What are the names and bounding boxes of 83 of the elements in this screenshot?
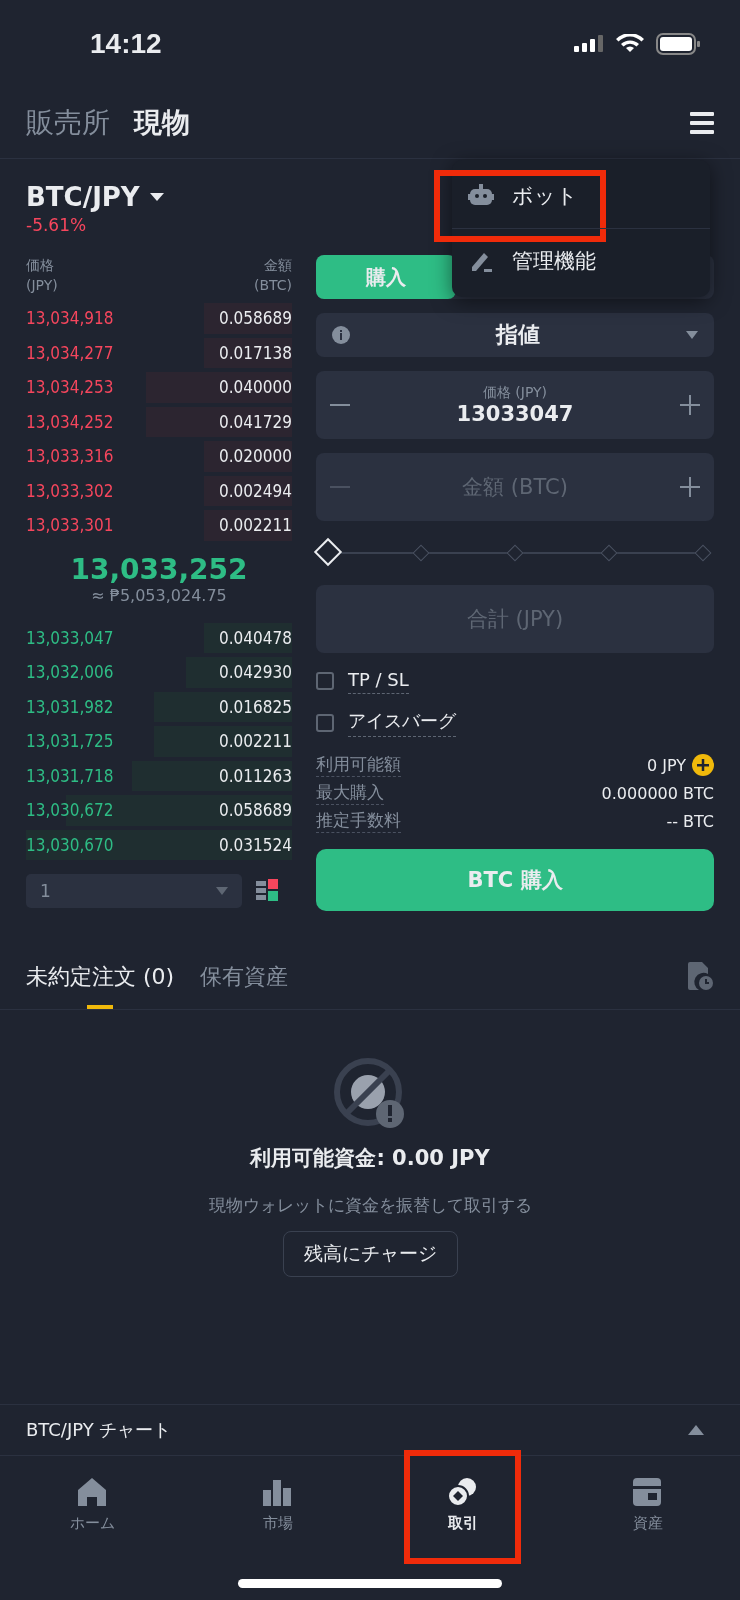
- order-book-layout-icon[interactable]: [256, 879, 278, 903]
- nav-item[interactable]: 市場: [185, 1456, 370, 1566]
- nav-item[interactable]: 取引: [370, 1456, 555, 1566]
- option-label[interactable]: TP / SL: [348, 668, 409, 694]
- order-price[interactable]: 13,031,982: [26, 696, 114, 717]
- order-price[interactable]: 13,033,302: [26, 480, 114, 501]
- order-amount: 0.058689: [219, 800, 292, 821]
- charge-button[interactable]: 残高にチャージ: [282, 1231, 458, 1277]
- info-icon: [332, 326, 350, 344]
- order-price[interactable]: 13,031,718: [26, 765, 114, 786]
- info-value: 0 JPY: [646, 755, 686, 775]
- option-label[interactable]: アイスバーグ: [348, 709, 456, 737]
- menu-item[interactable]: ボット: [452, 164, 710, 228]
- order-amount: 0.040478: [219, 627, 292, 648]
- order-amount: 0.020000: [219, 446, 292, 467]
- order-amount: 0.040000: [219, 377, 292, 398]
- depth-select[interactable]: 1: [26, 874, 242, 908]
- plus-icon[interactable]: [680, 477, 700, 497]
- orders-tab[interactable]: 保有資産: [200, 945, 289, 1009]
- order-amount: 0.041729: [219, 411, 292, 432]
- menu-icon[interactable]: [690, 112, 714, 134]
- market-tab[interactable]: 販売所: [26, 104, 110, 142]
- column-header: 金額: [263, 256, 292, 275]
- order-amount: 0.002494: [219, 480, 292, 501]
- order-price[interactable]: 13,034,277: [26, 342, 114, 363]
- order-type-select[interactable]: 指値: [316, 313, 714, 357]
- nav-item[interactable]: ホーム: [0, 1456, 185, 1566]
- signal-icon: [574, 34, 604, 54]
- info-value: 0.000000 BTC: [601, 783, 714, 803]
- price-field[interactable]: 価格 (JPY) 13033047: [316, 371, 714, 439]
- order-price[interactable]: 13,032,006: [26, 662, 114, 683]
- order-amount: 0.042930: [219, 662, 292, 683]
- price-change: -5.61%: [26, 215, 88, 237]
- caret-icon[interactable]: [149, 192, 164, 202]
- order-price[interactable]: 13,030,670: [26, 834, 114, 855]
- assets-icon: [632, 1478, 663, 1508]
- trade-icon: [447, 1478, 478, 1508]
- empty-title: 利用可能資金: 0.00 JPY: [250, 1145, 490, 1172]
- order-amount: 0.002211: [219, 515, 292, 536]
- column-unit: (BTC): [253, 276, 292, 295]
- order-price[interactable]: 13,033,047: [26, 627, 114, 648]
- menu-item[interactable]: 管理機能: [452, 229, 710, 293]
- pair-symbol[interactable]: BTC/JPY: [26, 182, 140, 212]
- order-price[interactable]: 13,034,253: [26, 377, 114, 398]
- orders-tab[interactable]: 未約定注文 (0): [26, 945, 175, 1009]
- order-price[interactable]: 13,033,301: [26, 515, 114, 536]
- checkbox[interactable]: [316, 714, 334, 732]
- market-icon: [262, 1478, 293, 1508]
- plus-icon[interactable]: [680, 395, 700, 415]
- order-amount: 0.016825: [219, 696, 292, 717]
- nav-item[interactable]: 資産: [555, 1456, 740, 1566]
- info-value: -- BTC: [666, 811, 714, 831]
- info-label: 最大購入: [316, 781, 384, 805]
- bot-icon: [468, 184, 494, 208]
- history-icon[interactable]: [688, 962, 714, 992]
- status-time: 14:12: [90, 28, 162, 60]
- info-label: 推定手数料: [316, 809, 401, 833]
- last-price: 13,033,252: [70, 552, 248, 586]
- battery-icon: [656, 33, 700, 55]
- empty-message: 現物ウォレットに資金を振替して取引する: [208, 1194, 532, 1217]
- order-amount: 0.011263: [219, 765, 292, 786]
- home-icon: [77, 1478, 108, 1508]
- column-header: 価格: [26, 256, 55, 275]
- order-amount: 0.017138: [219, 342, 292, 363]
- column-unit: (JPY): [26, 276, 58, 295]
- chart-toggle-label[interactable]: BTC/JPY チャート: [26, 1418, 172, 1442]
- order-price[interactable]: 13,033,316: [26, 446, 114, 467]
- checkbox[interactable]: [316, 672, 334, 690]
- converted-price: ≈ ₱5,053,024.75: [91, 585, 227, 605]
- no-funds-icon: [334, 1058, 406, 1130]
- order-amount: 0.058689: [219, 308, 292, 329]
- caret-icon: [686, 331, 698, 339]
- wifi-icon: [616, 34, 644, 54]
- order-price[interactable]: 13,031,725: [26, 731, 114, 752]
- order-price[interactable]: 13,030,672: [26, 800, 114, 821]
- order-price[interactable]: 13,034,918: [26, 308, 114, 329]
- info-label: 利用可能額: [316, 753, 401, 777]
- market-tab[interactable]: 現物: [134, 104, 190, 142]
- order-price[interactable]: 13,034,252: [26, 411, 114, 432]
- order-amount: 0.031524: [219, 834, 292, 855]
- caret-icon: [216, 887, 228, 895]
- order-amount: 0.002211: [219, 731, 292, 752]
- add-icon[interactable]: [692, 754, 714, 776]
